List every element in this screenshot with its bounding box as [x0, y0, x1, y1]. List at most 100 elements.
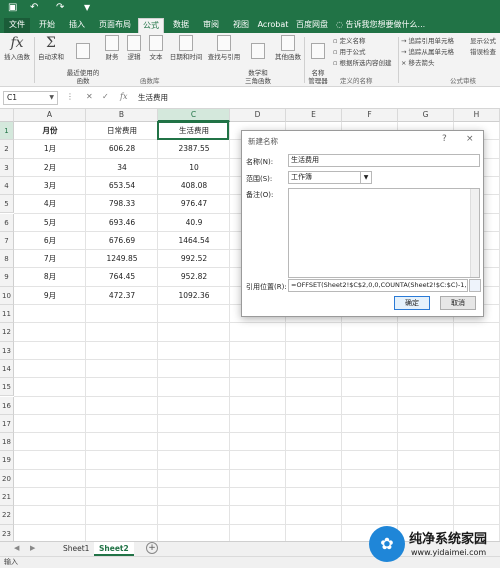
chevron-down-icon[interactable]: ▼: [49, 92, 54, 104]
table-cell[interactable]: 34: [86, 159, 158, 177]
ok-button[interactable]: 确定: [394, 296, 430, 310]
error-checking-button[interactable]: 错误检查: [470, 48, 496, 56]
row-header[interactable]: 14: [0, 359, 14, 379]
financial-button[interactable]: 财务: [102, 35, 122, 61]
lookup-button[interactable]: 查找与引用: [206, 35, 242, 61]
table-cell[interactable]: 5月: [14, 214, 86, 232]
chevron-down-icon[interactable]: ▼: [360, 172, 371, 183]
table-cell[interactable]: 976.47: [158, 195, 230, 213]
table-cell[interactable]: 1464.54: [158, 232, 230, 250]
table-cell[interactable]: 676.69: [86, 232, 158, 250]
column-header[interactable]: D: [230, 109, 286, 122]
name-manager-button[interactable]: 名称 管理器: [306, 35, 330, 85]
column-header[interactable]: A: [14, 109, 86, 122]
text-button[interactable]: 文本: [146, 35, 166, 61]
table-cell[interactable]: 4月: [14, 195, 86, 213]
function-icon[interactable]: fx: [120, 92, 127, 101]
table-cell[interactable]: 7月: [14, 250, 86, 268]
row-header[interactable]: 18: [0, 433, 14, 452]
table-cell[interactable]: 693.46: [86, 214, 158, 232]
table-cell[interactable]: 1092.36: [158, 287, 230, 305]
table-cell[interactable]: 日常费用: [86, 122, 158, 140]
tab-page-layout[interactable]: 页面布局: [94, 18, 136, 33]
use-in-formula-button[interactable]: ▫ 用于公式: [333, 48, 365, 56]
tab-data[interactable]: 数据: [168, 18, 194, 33]
table-cell[interactable]: 653.54: [86, 177, 158, 195]
sheet-tab-sheet2[interactable]: Sheet2: [94, 542, 134, 556]
table-cell[interactable]: 2月: [14, 159, 86, 177]
column-header[interactable]: B: [86, 109, 158, 122]
scroll-right-icon[interactable]: ▶: [30, 544, 35, 552]
table-cell[interactable]: 408.08: [158, 177, 230, 195]
column-header[interactable]: E: [286, 109, 342, 122]
math-button[interactable]: 数学和 三角函数: [244, 35, 272, 85]
tab-insert[interactable]: 插入: [64, 18, 90, 33]
name-field[interactable]: 生活费用: [288, 154, 480, 167]
tab-formulas[interactable]: 公式: [138, 18, 164, 33]
table-cell[interactable]: 8月: [14, 268, 86, 286]
table-cell[interactable]: 10: [158, 159, 230, 177]
table-cell[interactable]: 9月: [14, 287, 86, 305]
tab-acrobat[interactable]: Acrobat: [256, 18, 290, 33]
undo-icon[interactable]: ↶: [30, 2, 38, 14]
remove-arrows-button[interactable]: × 移去箭头: [401, 59, 435, 67]
recent-functions-button[interactable]: 最近使用的 函数: [66, 35, 100, 85]
trace-dependents-button[interactable]: → 追踪从属单元格: [401, 48, 454, 56]
row-header[interactable]: 22: [0, 506, 14, 525]
table-cell[interactable]: 798.33: [86, 195, 158, 213]
row-header[interactable]: 12: [0, 323, 14, 342]
table-cell[interactable]: 472.37: [86, 287, 158, 305]
comment-field[interactable]: [288, 188, 480, 278]
table-cell[interactable]: 3月: [14, 177, 86, 195]
table-cell[interactable]: 1月: [14, 140, 86, 158]
sheet-tab-sheet1[interactable]: Sheet1: [58, 542, 94, 556]
create-from-selection-button[interactable]: ▫ 根据所选内容创建: [333, 59, 391, 67]
row-header[interactable]: 8: [0, 250, 14, 269]
tell-me-search[interactable]: ◌ 告诉我您想要做什么...: [336, 18, 476, 33]
autosum-button[interactable]: Σ 自动求和: [36, 35, 66, 61]
datetime-button[interactable]: 日期和时间: [168, 35, 204, 61]
trace-precedents-button[interactable]: → 追踪引用单元格: [401, 37, 454, 45]
select-all-corner[interactable]: [0, 109, 14, 122]
help-icon[interactable]: ?: [442, 134, 447, 144]
row-header[interactable]: 9: [0, 268, 14, 287]
insert-function-button[interactable]: fx 插入函数: [2, 35, 32, 61]
column-header[interactable]: H: [454, 109, 500, 122]
collapse-dialog-icon[interactable]: [469, 279, 481, 292]
row-header[interactable]: 5: [0, 195, 14, 214]
row-header[interactable]: 1: [0, 122, 14, 141]
column-header[interactable]: G: [398, 109, 454, 122]
more-functions-button[interactable]: 其他函数: [274, 35, 302, 61]
row-header[interactable]: 2: [0, 140, 14, 159]
table-cell[interactable]: 40.9: [158, 214, 230, 232]
tab-review[interactable]: 审阅: [198, 18, 224, 33]
table-cell[interactable]: 606.28: [86, 140, 158, 158]
row-header[interactable]: 7: [0, 231, 14, 251]
cancel-button[interactable]: 取消: [440, 296, 476, 310]
comment-scrollbar[interactable]: [470, 189, 479, 277]
column-header[interactable]: F: [342, 109, 398, 122]
row-header[interactable]: 10: [0, 286, 14, 305]
row-header[interactable]: 17: [0, 414, 14, 434]
formula-input[interactable]: 生活费用: [138, 92, 168, 103]
row-header[interactable]: 4: [0, 176, 14, 196]
row-header[interactable]: 16: [0, 396, 14, 415]
show-formulas-button[interactable]: 显示公式: [470, 37, 496, 45]
cancel-icon[interactable]: ✕: [86, 92, 93, 101]
row-header[interactable]: 20: [0, 469, 14, 488]
table-cell[interactable]: 6月: [14, 232, 86, 250]
row-header[interactable]: 19: [0, 451, 14, 470]
close-icon[interactable]: ×: [466, 134, 474, 144]
save-icon[interactable]: ▣: [8, 2, 17, 14]
row-header[interactable]: 11: [0, 305, 14, 324]
scroll-left-icon[interactable]: ◀: [14, 544, 19, 552]
row-header[interactable]: 3: [0, 158, 14, 177]
table-cell[interactable]: 992.52: [158, 250, 230, 268]
scope-select[interactable]: 工作簿 ▼: [288, 171, 372, 184]
tab-baidu[interactable]: 百度网盘: [294, 18, 330, 33]
tab-view[interactable]: 视图: [228, 18, 254, 33]
name-box[interactable]: C1 ▼: [3, 91, 58, 105]
table-cell[interactable]: 1249.85: [86, 250, 158, 268]
row-header[interactable]: 15: [0, 378, 14, 397]
table-cell[interactable]: 952.82: [158, 268, 230, 286]
